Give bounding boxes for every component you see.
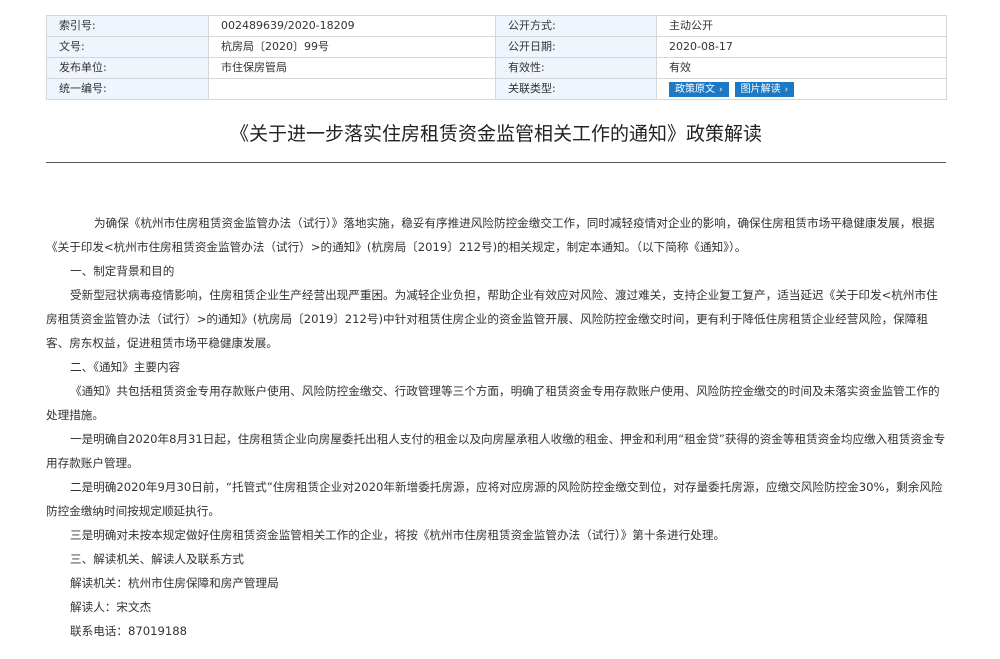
metadata-row: 统一编号: 关联类型: 政策原文 › 图片解读 › (46, 78, 947, 100)
date-label: 公开日期: (495, 36, 657, 58)
title-divider (46, 162, 946, 163)
metadata-row: 文号: 杭房局〔2020〕99号 公开日期: 2020-08-17 (46, 36, 947, 58)
issuer-value: 市住保房管局 (208, 57, 496, 79)
section-heading: 三、解读机关、解读人及联系方式 (70, 552, 244, 566)
section-heading: 一、制定背景和目的 (70, 264, 175, 278)
page-title: 《关于进一步落实住房租赁资金监管相关工作的通知》政策解读 (229, 123, 762, 145)
chevron-right-icon: › (784, 84, 789, 95)
disclosure-value: 主动公开 (656, 15, 947, 37)
metadata-table: 索引号: 002489639/2020-18209 公开方式: 主动公开 文号:… (46, 15, 947, 100)
policy-original-button[interactable]: 政策原文 › (669, 81, 729, 97)
image-interpretation-button[interactable]: 图片解读 › (734, 81, 795, 97)
body-paragraph: 三是明确对未按本规定做好住房租赁资金监管相关工作的企业，将按《杭州市住房租赁资金… (70, 528, 726, 542)
validity-label: 有效性: (495, 57, 657, 79)
metadata-row: 发布单位: 市住保房管局 有效性: 有效 (46, 57, 947, 79)
intro-paragraph: 为确保《杭州市住房租赁资金监管办法（试行）》落地实施，稳妥有序推进风险防控金缴交… (46, 216, 935, 254)
chevron-right-icon: › (719, 84, 723, 95)
disclosure-label: 公开方式: (495, 15, 657, 37)
contact-person: 解读人：宋文杰 (70, 600, 152, 614)
related-label: 关联类型: (495, 78, 657, 100)
article-body: 为确保《杭州市住房租赁资金监管办法（试行）》落地实施，稳妥有序推进风险防控金缴交… (46, 211, 948, 643)
metadata-row: 索引号: 002489639/2020-18209 公开方式: 主动公开 (46, 15, 947, 37)
index-value: 002489639/2020-18209 (208, 15, 496, 37)
body-paragraph: 受新型冠状病毒疫情影响，住房租赁企业生产经营出现严重困。为减轻企业负担，帮助企业… (46, 288, 938, 350)
image-interpretation-label: 图片解读 (740, 83, 781, 95)
index-label: 索引号: (46, 15, 209, 37)
date-value: 2020-08-17 (656, 36, 947, 58)
unified-label: 统一编号: (46, 78, 209, 100)
contact-phone: 联系电话：87019188 (70, 624, 187, 638)
validity-value: 有效 (656, 57, 947, 79)
body-paragraph: 一是明确自2020年8月31日起，住房租赁企业向房屋委托出租人支付的租金以及向房… (46, 432, 946, 470)
doc-no-label: 文号: (46, 36, 209, 58)
contact-agency: 解读机关：杭州市住房保障和房产管理局 (70, 576, 279, 590)
doc-no-value: 杭房局〔2020〕99号 (208, 36, 496, 58)
related-buttons: 政策原文 › 图片解读 › (656, 78, 947, 100)
section-heading: 二、《通知》主要内容 (70, 360, 181, 374)
policy-page: 索引号: 002489639/2020-18209 公开方式: 主动公开 文号:… (0, 0, 1000, 659)
unified-value (208, 78, 496, 100)
policy-original-label: 政策原文 (675, 83, 715, 95)
issuer-label: 发布单位: (46, 57, 209, 79)
body-paragraph: 二是明确2020年9月30日前，“托管式”住房租赁企业对2020年新增委托房源，… (46, 480, 943, 518)
body-paragraph: 《通知》共包括租赁资金专用存款账户使用、风险防控金缴交、行政管理等三个方面，明确… (46, 384, 940, 422)
